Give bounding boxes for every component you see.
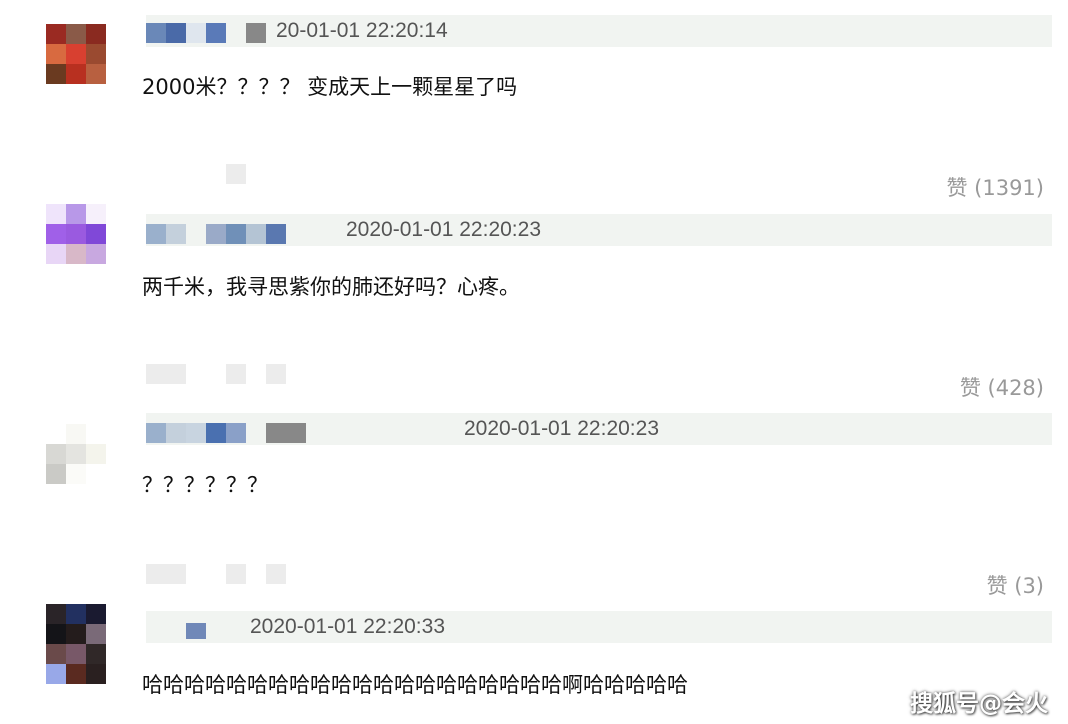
username-pixel xyxy=(286,423,306,443)
avatar-pixel xyxy=(66,244,86,264)
avatar-pixel xyxy=(46,224,66,244)
avatar-pixel xyxy=(66,64,86,84)
username-pixel xyxy=(246,224,266,244)
watermark: 搜狐号@会火 xyxy=(910,691,1048,717)
username-pixel xyxy=(186,23,206,43)
avatar-pixel xyxy=(46,204,66,224)
comment-time: 2020-01-01 22:20:23 xyxy=(346,218,541,241)
username-pixel xyxy=(226,224,246,244)
avatar-pixel xyxy=(46,664,66,684)
username-pixel xyxy=(206,423,226,443)
avatar-pixel xyxy=(86,604,106,624)
avatar-pixel xyxy=(66,204,86,224)
avatar-pixel xyxy=(66,664,86,684)
avatar-pixel xyxy=(86,64,106,84)
avatar-pixel xyxy=(66,424,86,444)
avatar-pixel xyxy=(86,44,106,64)
username[interactable] xyxy=(146,23,276,43)
avatar-pixel xyxy=(46,244,66,264)
avatar-pixel xyxy=(86,244,106,264)
comment-meta: 2020-01-01 22:20:33 xyxy=(146,611,1052,643)
avatar-pixel xyxy=(46,44,66,64)
avatar[interactable] xyxy=(46,604,106,684)
avatar-pixel xyxy=(86,204,106,224)
like-count[interactable]: 赞 (428) xyxy=(960,372,1044,402)
avatar-pixel xyxy=(46,444,66,464)
avatar-pixel xyxy=(46,424,66,444)
username-pixel xyxy=(206,224,226,244)
avatar-pixel xyxy=(66,44,86,64)
avatar-pixel xyxy=(66,624,86,644)
comment-text: 两千米，我寻思紫你的肺还好吗？心疼。 xyxy=(142,275,520,299)
username-pixel xyxy=(146,224,166,244)
avatar-pixel xyxy=(66,224,86,244)
avatar[interactable] xyxy=(46,424,106,484)
avatar[interactable] xyxy=(46,24,106,84)
username-pixel xyxy=(266,224,286,244)
username-pixel xyxy=(146,423,166,443)
avatar-pixel xyxy=(86,624,106,644)
avatar-pixel xyxy=(66,644,86,664)
comment-text: 哈哈哈哈哈哈哈哈哈哈哈哈哈哈哈哈哈哈哈哈啊哈哈哈哈哈 xyxy=(142,673,688,697)
avatar-pixel xyxy=(86,464,106,484)
comment-meta: 2020-01-01 22:20:23 xyxy=(146,413,1052,445)
username-pixel xyxy=(226,423,246,443)
username-pixel xyxy=(226,23,246,43)
avatar-pixel xyxy=(86,664,106,684)
avatar-pixel xyxy=(46,624,66,644)
avatar-pixel xyxy=(86,424,106,444)
username-pixel xyxy=(246,423,266,443)
username[interactable] xyxy=(146,423,426,443)
avatar[interactable] xyxy=(46,204,106,264)
comment-meta: 20-01-01 22:20:14 xyxy=(146,15,1052,47)
avatar-pixel xyxy=(46,464,66,484)
comment-time: 20-01-01 22:20:14 xyxy=(276,19,448,42)
username-pixel xyxy=(246,23,266,43)
username-pixel xyxy=(266,423,286,443)
username[interactable] xyxy=(186,623,206,639)
avatar-pixel xyxy=(86,24,106,44)
avatar-pixel xyxy=(66,604,86,624)
comment-time: 2020-01-01 22:20:23 xyxy=(464,417,659,440)
comment-text: 2000米？？？？ 变成天上一颗星星了吗 xyxy=(142,75,518,99)
username-pixel xyxy=(166,23,186,43)
like-count[interactable]: 赞 (1391) xyxy=(946,172,1044,202)
username-pixel xyxy=(186,423,206,443)
comment-text: ？？？？？？ xyxy=(142,473,268,497)
avatar-pixel xyxy=(46,64,66,84)
avatar-pixel xyxy=(66,24,86,44)
avatar-pixel xyxy=(46,644,66,664)
username-pixel xyxy=(206,23,226,43)
avatar-pixel xyxy=(66,444,86,464)
avatar-pixel xyxy=(86,444,106,464)
avatar-pixel xyxy=(46,24,66,44)
avatar-pixel xyxy=(86,644,106,664)
username-pixel xyxy=(166,423,186,443)
username-pixel xyxy=(186,224,206,244)
comment-time: 2020-01-01 22:20:33 xyxy=(250,615,445,638)
avatar-pixel xyxy=(46,604,66,624)
username-pixel xyxy=(166,224,186,244)
username-pixel xyxy=(146,23,166,43)
like-count[interactable]: 赞 (3) xyxy=(987,570,1044,600)
username-pixel xyxy=(186,623,206,639)
comment-meta: 2020-01-01 22:20:23 xyxy=(146,214,1052,246)
avatar-pixel xyxy=(86,224,106,244)
avatar-pixel xyxy=(66,464,86,484)
username[interactable] xyxy=(146,224,306,244)
